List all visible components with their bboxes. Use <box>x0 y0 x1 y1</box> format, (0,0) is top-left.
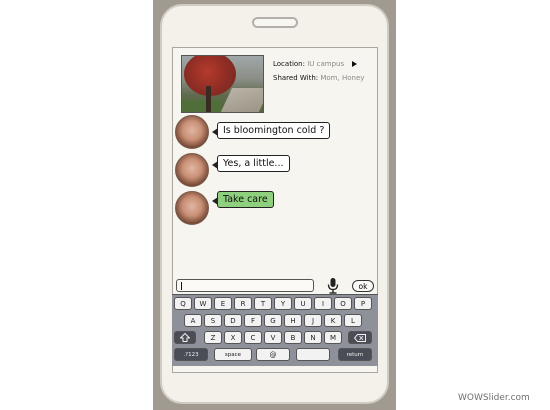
numbers-key[interactable]: .?123 <box>174 348 208 361</box>
key-p[interactable]: P <box>354 297 372 310</box>
keyboard: Q W E R T Y U I O P A S D F G H J K L Z … <box>172 294 378 366</box>
key-z[interactable]: Z <box>204 331 222 344</box>
key-m[interactable]: M <box>324 331 342 344</box>
key-b[interactable]: B <box>284 331 302 344</box>
photo-path <box>219 88 263 112</box>
message-input[interactable] <box>176 279 314 292</box>
location-value: IU campus <box>307 60 345 68</box>
shared-with-label: Shared With: <box>273 74 319 82</box>
shared-with-contact-1[interactable]: Mom <box>320 74 337 82</box>
ok-button[interactable]: ok <box>352 280 374 292</box>
location-label: Location: <box>273 60 305 68</box>
location-photo[interactable] <box>181 55 264 113</box>
backspace-icon <box>353 333 366 342</box>
key-v[interactable]: V <box>264 331 282 344</box>
key-j[interactable]: J <box>304 314 322 327</box>
avatar <box>175 191 209 225</box>
photo-trunk <box>206 86 211 112</box>
backspace-key[interactable] <box>348 331 372 344</box>
key-y[interactable]: Y <box>274 297 292 310</box>
key-w[interactable]: W <box>194 297 212 310</box>
key-l[interactable]: L <box>344 314 362 327</box>
key-f[interactable]: F <box>244 314 262 327</box>
phone-speaker <box>252 17 298 28</box>
key-q[interactable]: Q <box>174 297 192 310</box>
avatar <box>175 115 209 149</box>
key-t[interactable]: T <box>254 297 272 310</box>
blank-key[interactable] <box>296 348 330 361</box>
at-key[interactable]: @ <box>256 348 290 361</box>
up-arrow-icon <box>179 332 191 342</box>
shared-with-contact-2[interactable]: Honey <box>342 74 364 82</box>
key-x[interactable]: X <box>224 331 242 344</box>
microphone-icon[interactable] <box>326 278 340 294</box>
key-a[interactable]: A <box>184 314 202 327</box>
key-i[interactable]: I <box>314 297 332 310</box>
avatar <box>175 153 209 187</box>
return-key[interactable]: return <box>338 348 372 361</box>
location-row[interactable]: Location: IU campus <box>273 60 358 68</box>
message-bubble[interactable]: Is bloomington cold ? <box>211 122 331 139</box>
key-n[interactable]: N <box>304 331 322 344</box>
key-o[interactable]: O <box>334 297 352 310</box>
key-c[interactable]: C <box>244 331 262 344</box>
key-s[interactable]: S <box>204 314 222 327</box>
key-e[interactable]: E <box>214 297 232 310</box>
message-bubble[interactable]: Yes, a little... <box>212 155 290 172</box>
key-g[interactable]: G <box>264 314 282 327</box>
photo-grass <box>182 100 222 112</box>
key-k[interactable]: K <box>324 314 342 327</box>
message-bubble[interactable]: Take care <box>212 191 274 208</box>
shift-key[interactable] <box>174 331 196 344</box>
key-h[interactable]: H <box>284 314 302 327</box>
key-r[interactable]: R <box>234 297 252 310</box>
watermark: WOWSlider.com <box>458 393 530 403</box>
shared-with-row: Shared With: Mom, Honey <box>273 74 364 82</box>
text-caret <box>181 282 182 290</box>
play-arrow-icon[interactable] <box>352 61 358 67</box>
space-key[interactable]: space <box>214 348 252 361</box>
key-u[interactable]: U <box>294 297 312 310</box>
key-d[interactable]: D <box>224 314 242 327</box>
